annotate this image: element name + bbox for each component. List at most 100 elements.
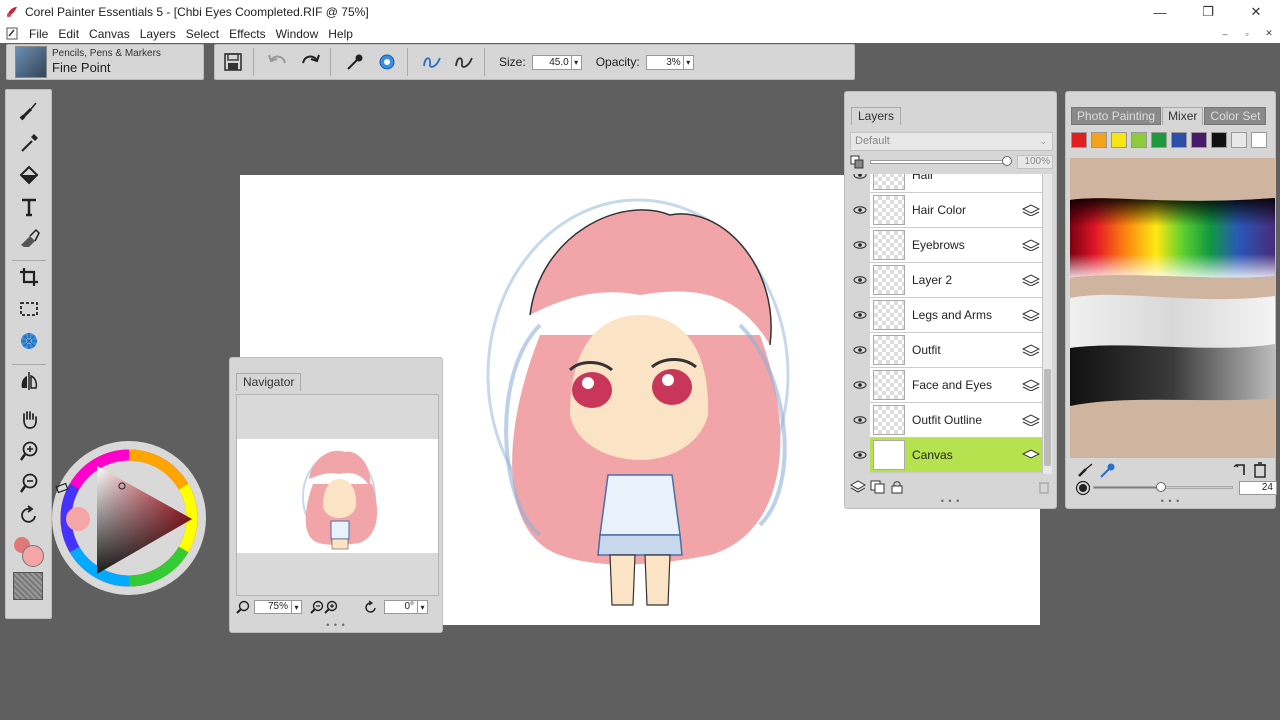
- mirror-painting-icon[interactable]: [16, 368, 42, 394]
- zoom-icon[interactable]: [236, 600, 250, 614]
- undo-icon[interactable]: [264, 48, 292, 76]
- sample-color-icon[interactable]: [1099, 462, 1117, 478]
- rectangular-selection-icon[interactable]: [16, 296, 42, 322]
- layer-row[interactable]: Outfit Outline: [850, 402, 1042, 438]
- color-wheel-graphic[interactable]: [52, 441, 206, 595]
- lock-icon[interactable]: [890, 480, 904, 494]
- tab-color-set[interactable]: Color Set: [1204, 107, 1267, 125]
- kaleidoscope-tool-icon[interactable]: [16, 328, 42, 354]
- rotation-dropdown-arrow[interactable]: ▾: [418, 600, 428, 614]
- redo-icon[interactable]: [296, 48, 324, 76]
- swatch-blue[interactable]: [1171, 132, 1187, 148]
- eye-icon[interactable]: [850, 262, 870, 298]
- eye-icon[interactable]: [850, 402, 870, 438]
- doc-close-button[interactable]: ✕: [1258, 24, 1280, 43]
- eye-icon[interactable]: [850, 192, 870, 228]
- main-color-swatch[interactable]: [22, 545, 44, 567]
- eye-icon[interactable]: [850, 367, 870, 403]
- save-icon[interactable]: [219, 48, 247, 76]
- restore-button[interactable]: ❐: [1184, 0, 1232, 24]
- eye-icon[interactable]: [850, 332, 870, 368]
- layers-tab[interactable]: Layers: [851, 107, 902, 125]
- swatch-white[interactable]: [1251, 132, 1267, 148]
- new-layer-icon[interactable]: [870, 480, 886, 494]
- reset-mixer-icon[interactable]: [1233, 462, 1249, 478]
- zoom-level-input[interactable]: 75%: [254, 600, 292, 614]
- zoom-in-icon[interactable]: [16, 438, 42, 464]
- zoom-in-small-icon[interactable]: [324, 600, 338, 614]
- dropper-icon[interactable]: [341, 48, 369, 76]
- swatch-black[interactable]: [1211, 132, 1227, 148]
- size-dropdown-arrow[interactable]: ▾: [571, 54, 582, 70]
- zoom-out-icon[interactable]: [16, 470, 42, 496]
- swatch-light-gray[interactable]: [1231, 132, 1247, 148]
- crop-tool-icon[interactable]: [16, 264, 42, 290]
- layer-row[interactable]: Outfit: [850, 332, 1042, 368]
- apply-color-icon[interactable]: [1077, 462, 1095, 478]
- doc-restore-button[interactable]: ▫: [1236, 24, 1258, 43]
- dropper-tool-icon[interactable]: [16, 130, 42, 156]
- swatch-purple[interactable]: [1191, 132, 1207, 148]
- stroke-attribute-icon[interactable]: [418, 48, 446, 76]
- grabber-hand-icon[interactable]: [16, 406, 42, 432]
- panel-grip[interactable]: • • •: [326, 620, 346, 630]
- paint-bucket-icon[interactable]: [16, 162, 42, 188]
- stroke-smoothing-icon[interactable]: [450, 48, 478, 76]
- swatch-red[interactable]: [1071, 132, 1087, 148]
- menu-canvas[interactable]: Canvas: [84, 27, 135, 41]
- menu-effects[interactable]: Effects: [224, 27, 270, 41]
- layer-row[interactable]: Layer 2: [850, 262, 1042, 298]
- layer-row[interactable]: Hair Color: [850, 192, 1042, 228]
- rotate-canvas-icon[interactable]: [364, 600, 378, 614]
- temporal-color-wheel[interactable]: [52, 441, 206, 595]
- layer-row[interactable]: Legs and Arms: [850, 297, 1042, 333]
- menu-edit[interactable]: Edit: [53, 27, 84, 41]
- layer-row-selected[interactable]: Canvas: [850, 437, 1042, 473]
- brush-selector[interactable]: Pencils, Pens & Markers Fine Point: [6, 44, 204, 80]
- eye-icon[interactable]: [850, 297, 870, 333]
- delete-layer-icon[interactable]: [1037, 480, 1051, 494]
- layer-opacity-slider[interactable]: [869, 156, 1013, 166]
- size-input[interactable]: 45.0: [531, 54, 572, 70]
- scrollbar-thumb[interactable]: [1044, 369, 1051, 466]
- eraser-tool-icon[interactable]: [16, 226, 42, 252]
- close-button[interactable]: ✕: [1232, 0, 1280, 24]
- opacity-dropdown-arrow[interactable]: ▾: [683, 54, 694, 70]
- tab-photo-painting[interactable]: Photo Painting: [1071, 107, 1162, 125]
- doc-minimize-button[interactable]: –: [1214, 24, 1236, 43]
- menu-layers[interactable]: Layers: [135, 27, 181, 41]
- rotate-page-icon[interactable]: [16, 502, 42, 528]
- menu-help[interactable]: Help: [323, 27, 358, 41]
- slider-handle[interactable]: [1002, 156, 1013, 166]
- zoom-dropdown-arrow[interactable]: ▾: [292, 600, 302, 614]
- panel-grip[interactable]: • • •: [1161, 496, 1181, 506]
- eye-icon[interactable]: [850, 437, 870, 473]
- layers-scrollbar[interactable]: [1042, 174, 1052, 474]
- layer-commands-icon[interactable]: [850, 480, 866, 494]
- swatch-yellow[interactable]: [1111, 132, 1127, 148]
- eye-icon[interactable]: [850, 174, 870, 193]
- swatch-green[interactable]: [1151, 132, 1167, 148]
- brush-tool-icon[interactable]: [16, 98, 42, 124]
- layer-row[interactable]: Eyebrows: [850, 227, 1042, 263]
- brush-ghost-icon[interactable]: [373, 48, 401, 76]
- mixer-size-slider[interactable]: [1093, 482, 1233, 492]
- clear-mixer-icon[interactable]: [1253, 462, 1267, 478]
- minimize-button[interactable]: —: [1136, 0, 1184, 24]
- layer-opacity-value[interactable]: 100%: [1017, 155, 1053, 169]
- opacity-input[interactable]: 3%: [645, 54, 684, 70]
- slider-handle[interactable]: [1156, 482, 1166, 492]
- zoom-out-small-icon[interactable]: [310, 600, 324, 614]
- menu-window[interactable]: Window: [271, 27, 324, 41]
- panel-grip[interactable]: • • •: [941, 496, 961, 506]
- text-tool-icon[interactable]: [16, 194, 42, 220]
- rotation-input[interactable]: 0°: [384, 600, 418, 614]
- mixer-pad[interactable]: [1070, 158, 1275, 458]
- layer-row[interactable]: Hair: [850, 174, 1042, 193]
- layer-row[interactable]: Face and Eyes: [850, 367, 1042, 403]
- paper-texture-icon[interactable]: [13, 572, 43, 600]
- menu-file[interactable]: File: [24, 27, 53, 41]
- composite-method-select[interactable]: Default ⌄: [850, 132, 1053, 151]
- navigator-preview[interactable]: [236, 394, 439, 596]
- navigator-tab[interactable]: Navigator: [236, 373, 302, 391]
